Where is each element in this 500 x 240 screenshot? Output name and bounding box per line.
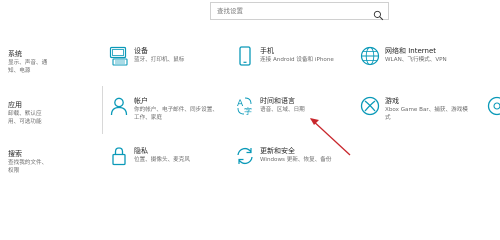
settings-home: 系统 显示、声音、通知、电源 设备 蓝牙、打印机、鼠标 手机 连接 Androi… [0, 0, 500, 204]
phone-icon [234, 45, 256, 67]
tile-title: 更新和安全 [260, 147, 295, 155]
tile-title: 设备 [134, 47, 148, 55]
tile-desc: 连接 Android 设备和 iPhone [260, 57, 334, 63]
person-icon [108, 95, 130, 117]
search-input[interactable] [211, 3, 377, 19]
svg-text:A: A [237, 99, 244, 109]
time-language-icon: A 字 [234, 95, 256, 117]
tile-title: 游戏 [385, 97, 399, 105]
tile-desc: Xbox Game Bar、捕获、游戏模式 [385, 107, 468, 121]
annotation-arrow [310, 118, 351, 156]
tile-title: 隐私 [134, 147, 148, 155]
globe-icon [359, 45, 381, 67]
tile-privacy[interactable]: 隐私 位置、摄像头、麦克风 [108, 145, 226, 189]
tile-title: 系统 [8, 50, 22, 58]
tile-title: 网络和 Internet [385, 47, 437, 55]
tile-title: 帐户 [134, 97, 148, 105]
tile-title: 搜索 [8, 150, 22, 158]
svg-text:字: 字 [244, 106, 252, 116]
tile-desc: 查找我的文件、权限 [8, 160, 48, 174]
selection-divider [102, 86, 103, 134]
xbox-icon [359, 95, 381, 117]
sync-icon [234, 145, 256, 167]
tile-phone[interactable]: 手机 连接 Android 设备和 iPhone [234, 45, 352, 89]
tile-desc: 位置、摄像头、麦克风 [134, 157, 190, 163]
search-icon[interactable] [373, 6, 384, 21]
keyboard-icon [108, 45, 130, 67]
tile-network[interactable]: 网络和 Internet WLAN、飞行模式、VPN [359, 45, 477, 89]
tile-desc: 你的帐户、电子邮件、同步设置、工作、家庭 [134, 107, 218, 121]
ease-of-access-icon [486, 95, 500, 117]
tile-gaming[interactable]: 游戏 Xbox Game Bar、捕获、游戏模式 [359, 95, 477, 139]
lock-icon [108, 145, 130, 167]
tile-desc: 显示、声音、通知、电源 [8, 60, 48, 74]
tile-title: 手机 [260, 47, 274, 55]
tile-title: 时间和语言 [260, 97, 295, 105]
tile-devices[interactable]: 设备 蓝牙、打印机、鼠标 [108, 45, 226, 89]
tile-title: 应用 [8, 101, 22, 109]
search-box[interactable] [210, 2, 389, 21]
tile-accounts[interactable]: 帐户 你的帐户、电子邮件、同步设置、工作、家庭 [108, 95, 226, 139]
tile-desc: WLAN、飞行模式、VPN [385, 57, 447, 63]
tile-desc: 卸载、默认应用、可选功能 [8, 111, 42, 125]
tile-desc: 蓝牙、打印机、鼠标 [134, 57, 185, 63]
